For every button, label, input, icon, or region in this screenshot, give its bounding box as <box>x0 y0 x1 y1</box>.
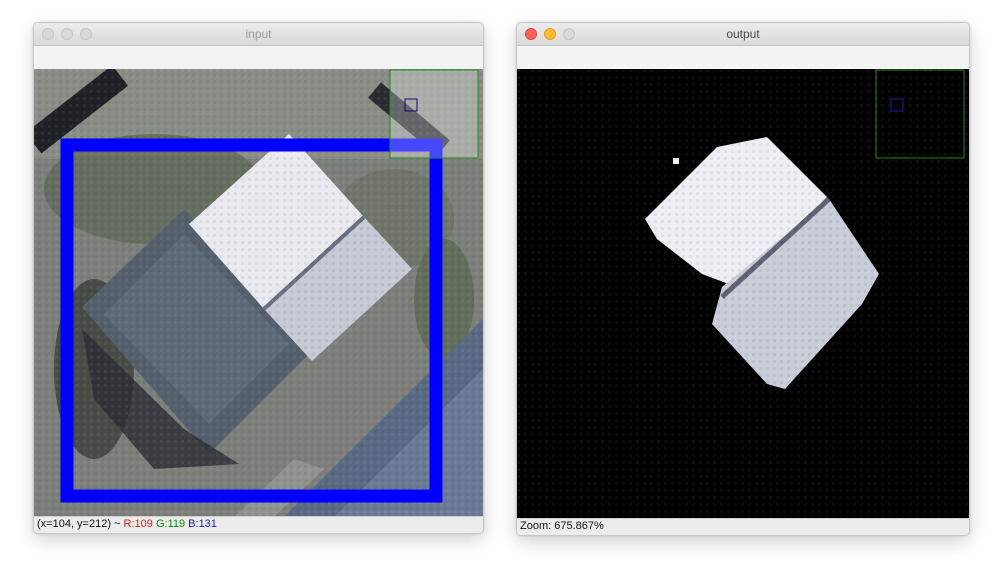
pixel-b-value: B:131 <box>188 518 217 530</box>
output-image-canvas[interactable] <box>517 69 969 518</box>
output-statusbar: Zoom: 675.867% <box>517 518 969 535</box>
zoom-level: Zoom: 675.867% <box>520 520 604 532</box>
navigator-box <box>389 69 479 159</box>
aerial-image <box>34 69 483 517</box>
output-window: output Zoom: 675.867% <box>516 22 970 536</box>
pixel-g-value: G:119 <box>155 518 186 530</box>
output-toolbar <box>517 46 969 70</box>
input-titlebar[interactable]: input <box>34 23 483 46</box>
output-titlebar[interactable]: output <box>517 23 969 46</box>
pixel-r-value: R:109 <box>123 518 153 530</box>
input-toolbar <box>34 46 483 70</box>
input-image-canvas[interactable] <box>34 69 483 517</box>
masked-image <box>517 69 969 518</box>
pixel-coords: (x=104, y=212) ~ <box>37 518 124 530</box>
window-title: output <box>726 27 760 41</box>
input-window: input (x=104, y=212) ~ R:109 G:119 B:131 <box>33 22 484 534</box>
window-title: input <box>245 27 272 41</box>
input-statusbar: (x=104, y=212) ~ R:109 G:119 B:131 <box>34 516 483 533</box>
